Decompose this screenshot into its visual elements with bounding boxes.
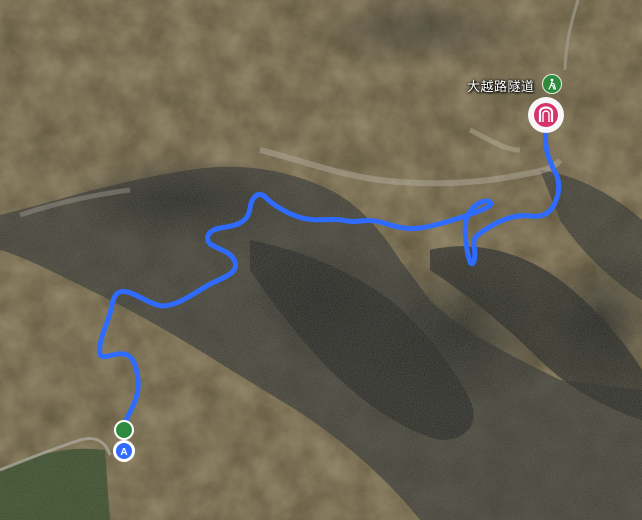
landmark-label[interactable]: 大越路隧道 xyxy=(467,76,535,95)
start-marker-label: A xyxy=(120,447,127,458)
start-marker[interactable]: A xyxy=(113,420,135,462)
satellite-map[interactable]: A 大越路隧道 xyxy=(0,0,642,520)
hiking-person-icon xyxy=(542,74,562,94)
route-line[interactable] xyxy=(97,127,562,433)
destination-marker[interactable] xyxy=(528,97,564,133)
